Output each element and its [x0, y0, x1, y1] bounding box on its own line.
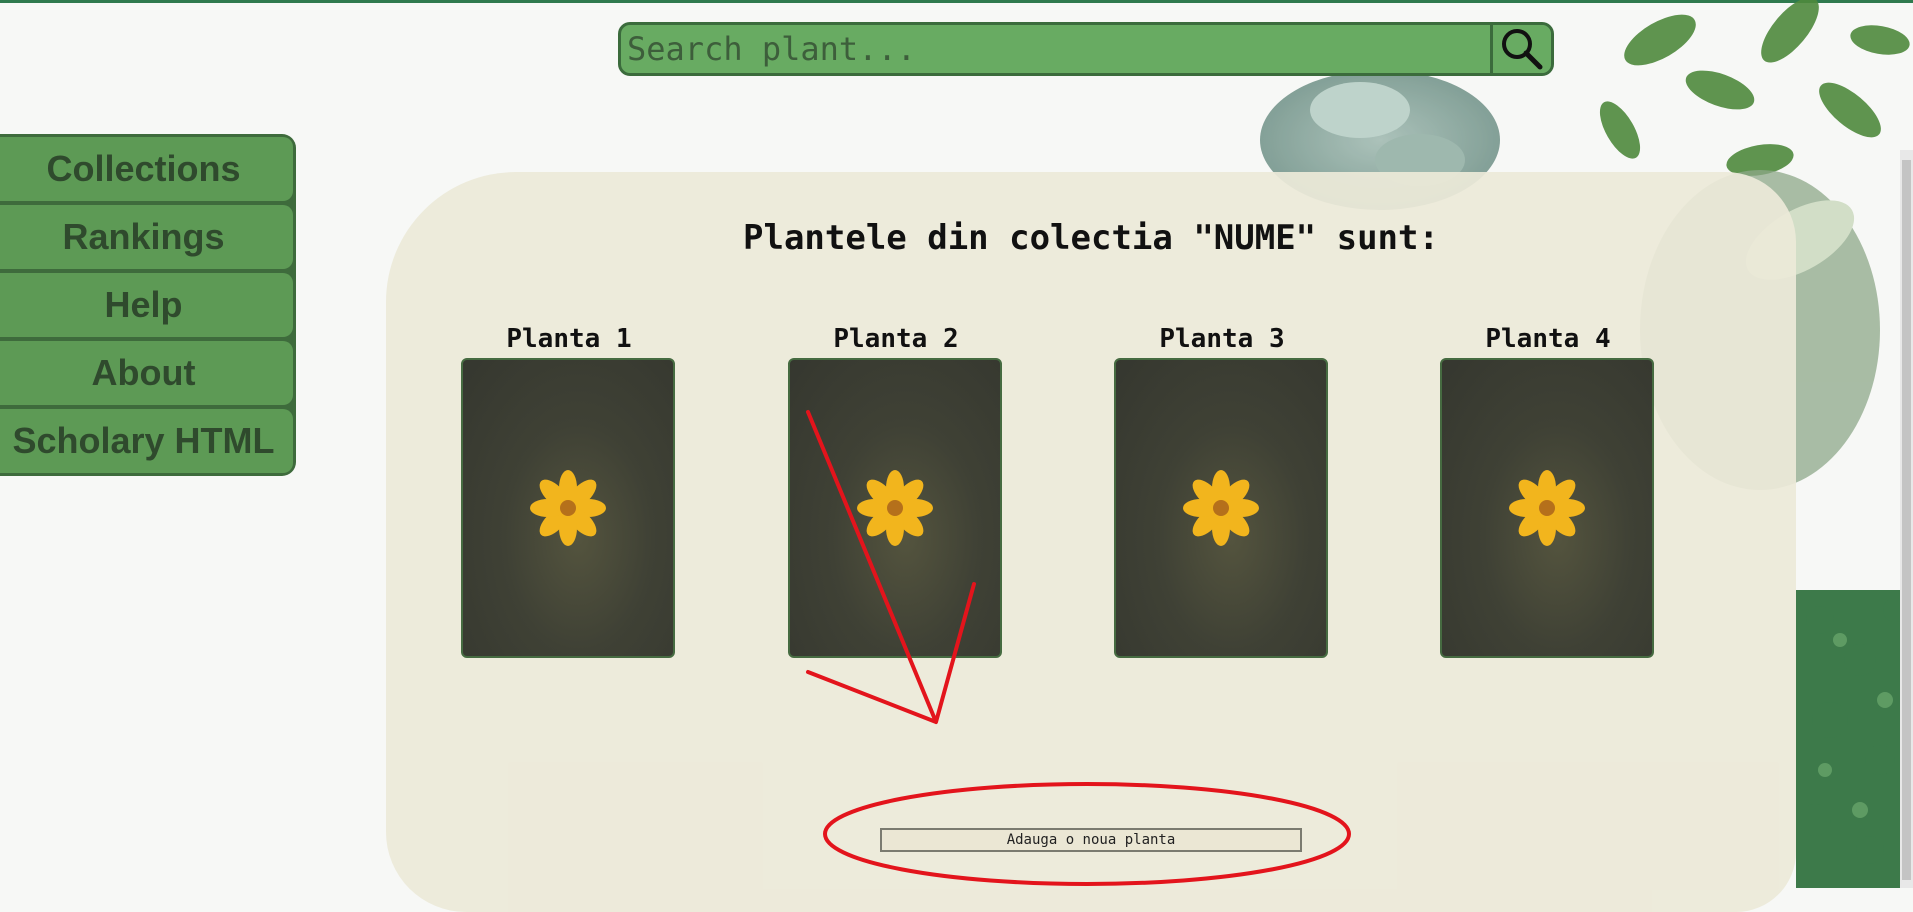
plant-name: Planta 2 — [833, 324, 959, 354]
plant-photo[interactable] — [1114, 358, 1328, 658]
sidebar-nav: Collections Rankings Help About Scholary… — [0, 134, 296, 476]
plant-name: Planta 1 — [506, 324, 632, 354]
yellow-flower-image — [857, 470, 933, 546]
page-title: Plantele din colectia "NUME" sunt: — [743, 218, 1439, 258]
plant-card[interactable]: Planta 2 — [788, 322, 1004, 658]
sidebar-item-scholary-html[interactable]: Scholary HTML — [0, 409, 293, 473]
plant-card[interactable]: Planta 3 — [1114, 322, 1330, 658]
yellow-flower-image — [530, 470, 606, 546]
search-bar — [618, 22, 1554, 76]
sidebar-item-collections[interactable]: Collections — [0, 137, 293, 201]
search-icon — [1502, 29, 1543, 70]
plant-photo[interactable] — [788, 358, 1002, 658]
plant-photo[interactable] — [461, 358, 675, 658]
yellow-flower-image — [1509, 470, 1585, 546]
plant-card[interactable]: Planta 4 — [1440, 322, 1656, 658]
plant-name: Planta 4 — [1485, 324, 1611, 354]
plant-photo[interactable] — [1440, 358, 1654, 658]
sidebar-item-rankings[interactable]: Rankings — [0, 205, 293, 269]
plant-name: Planta 3 — [1159, 324, 1285, 354]
sidebar-item-help[interactable]: Help — [0, 273, 293, 337]
add-plant-button[interactable]: Adauga o noua planta — [880, 828, 1302, 852]
search-button[interactable] — [1490, 25, 1551, 73]
sidebar-item-about[interactable]: About — [0, 341, 293, 405]
yellow-flower-image — [1183, 470, 1259, 546]
plant-card[interactable]: Planta 1 — [461, 322, 677, 658]
search-input[interactable] — [621, 25, 1490, 73]
